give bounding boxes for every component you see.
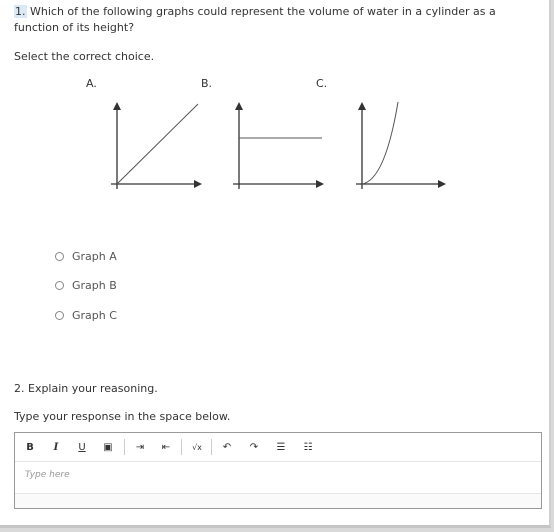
graph-a bbox=[111, 102, 202, 189]
indent-icon[interactable]: ⇥ bbox=[131, 439, 149, 455]
redo-icon[interactable]: ↷ bbox=[245, 439, 263, 455]
choice-graph-b[interactable]: Graph B bbox=[55, 277, 117, 293]
choice-graph-a[interactable]: Graph A bbox=[55, 248, 117, 264]
radio-button[interactable] bbox=[55, 280, 64, 290]
underline-icon[interactable]: U bbox=[73, 439, 91, 455]
bullet-list-icon[interactable]: ☰ bbox=[272, 439, 290, 455]
editor-toolbar: B I U ▣ ⇥ ⇤ √x ↶ ↷ ☰ ☷ bbox=[15, 433, 541, 462]
undo-icon[interactable]: ↶ bbox=[218, 439, 236, 455]
response-editor: B I U ▣ ⇥ ⇤ √x ↶ ↷ ☰ ☷ Type here bbox=[14, 432, 542, 509]
graph-b bbox=[233, 102, 324, 189]
numbered-list-icon[interactable]: ☷ bbox=[299, 439, 317, 455]
question-2-text: 2. Explain your reasoning. bbox=[14, 382, 158, 395]
graphs-figure bbox=[111, 101, 446, 189]
graph-a-curve bbox=[116, 103, 199, 185]
graph-c bbox=[356, 101, 446, 189]
math-icon[interactable]: √x bbox=[188, 439, 206, 455]
radio-button[interactable] bbox=[55, 310, 64, 320]
outdent-icon[interactable]: ⇤ bbox=[157, 439, 175, 455]
toolbar-divider bbox=[181, 439, 182, 455]
image-icon[interactable]: ▣ bbox=[99, 439, 117, 455]
graph-c-curve bbox=[361, 101, 399, 185]
choice-label: Graph C bbox=[72, 308, 117, 322]
question-2-instruction: Type your response in the space below. bbox=[14, 410, 231, 423]
toolbar-divider bbox=[124, 439, 125, 455]
choice-label: Graph B bbox=[72, 278, 117, 292]
question-card: 1. Which of the following graphs could r… bbox=[0, 0, 551, 528]
italic-icon[interactable]: I bbox=[47, 439, 65, 455]
choice-label: Graph A bbox=[72, 249, 117, 263]
editor-footer bbox=[15, 493, 541, 508]
response-textarea[interactable]: Type here bbox=[15, 461, 541, 493]
choice-graph-c[interactable]: Graph C bbox=[55, 307, 117, 323]
bold-icon[interactable]: B bbox=[21, 439, 39, 455]
toolbar-divider bbox=[211, 439, 212, 455]
radio-button[interactable] bbox=[55, 251, 64, 261]
